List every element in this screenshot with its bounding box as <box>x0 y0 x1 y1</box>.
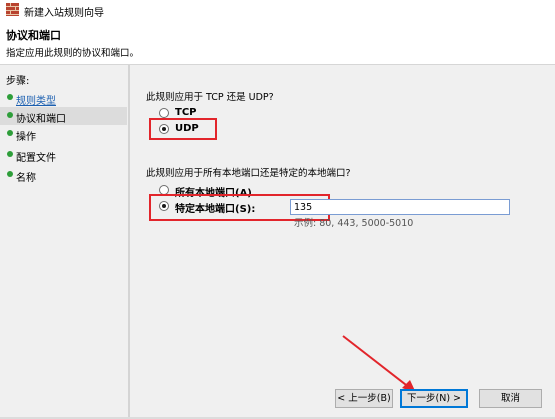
sidebar-item-protocol-ports[interactable]: 协议和端口 <box>0 107 127 125</box>
next-button[interactable]: 下一步(N) > <box>400 389 468 408</box>
page-subtitle: 指定应用此规则的协议和端口。 <box>6 48 140 59</box>
window-title: 新建入站规则向导 <box>24 8 104 19</box>
tcp-label[interactable]: TCP <box>175 107 197 118</box>
sidebar-item-name[interactable]: 名称 <box>0 166 127 184</box>
specific-ports-radio[interactable] <box>159 201 169 211</box>
sidebar-item-action[interactable]: 操作 <box>0 125 127 143</box>
port-input[interactable]: 135 <box>290 199 510 215</box>
sidebar-item-label: 配置文件 <box>16 153 56 164</box>
step-dot-icon <box>7 171 13 177</box>
step-dot-icon <box>7 112 13 118</box>
step-dot-icon <box>7 151 13 157</box>
udp-radio[interactable] <box>159 124 169 134</box>
steps-label: 步骤: <box>6 76 30 87</box>
sidebar-item-label: 名称 <box>16 173 36 184</box>
tcp-radio[interactable] <box>159 108 169 118</box>
sidebar-item-profile[interactable]: 配置文件 <box>0 146 127 164</box>
specific-ports-label[interactable]: 特定本地端口(S): <box>175 200 255 215</box>
firewall-icon <box>6 3 19 16</box>
title-bar: 新建入站规则向导 <box>0 0 555 20</box>
annotation-arrow-icon <box>342 335 416 393</box>
wizard-header: 协议和端口 指定应用此规则的协议和端口。 <box>0 20 555 65</box>
cancel-button[interactable]: 取消 <box>479 389 542 408</box>
page-title: 协议和端口 <box>6 29 61 42</box>
ports-question: 此规则应用于所有本地端口还是特定的本地端口? <box>146 168 351 179</box>
port-example: 示例: 80, 443, 5000-5010 <box>294 218 414 229</box>
sidebar-item-label: 操作 <box>16 132 36 143</box>
protocol-question: 此规则应用于 TCP 还是 UDP? <box>146 92 274 103</box>
step-dot-icon <box>7 130 13 136</box>
udp-label[interactable]: UDP <box>175 123 199 134</box>
sidebar-item-label: 协议和端口 <box>16 114 66 125</box>
sidebar-item-rule-type[interactable]: 规则类型 <box>0 89 127 107</box>
step-dot-icon <box>7 94 13 100</box>
back-button[interactable]: < 上一步(B) <box>335 389 393 408</box>
steps-sidebar: 步骤: 规则类型 协议和端口 操作 配置文件 名称 <box>0 65 128 419</box>
sidebar-item-label: 规则类型 <box>16 96 56 107</box>
